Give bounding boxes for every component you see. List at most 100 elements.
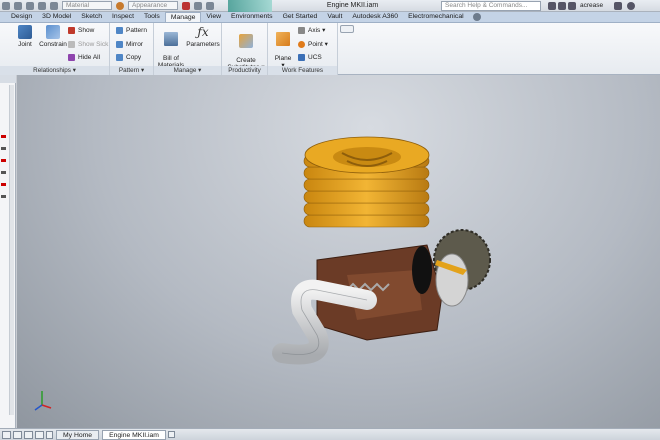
- joint-label: Joint: [18, 41, 32, 48]
- tab-my-home[interactable]: My Home: [56, 429, 100, 440]
- redo-icon[interactable]: [38, 1, 46, 10]
- tab-engine-document[interactable]: Engine MKII.iam: [102, 429, 166, 440]
- panel-manage: Bill of Materials ƒx Parameters Manage ▾: [154, 23, 222, 75]
- create-substitutes-button[interactable]: Create Substitutes ▾: [226, 27, 266, 71]
- mirror-button[interactable]: Mirror: [116, 39, 143, 49]
- panel-pattern: Pattern Mirror Copy Pattern ▾: [110, 23, 154, 75]
- graphics-viewport[interactable]: [17, 75, 660, 428]
- joint-button[interactable]: Joint: [14, 25, 36, 48]
- window-title: Engine MKII.iam: [326, 2, 379, 9]
- browser-scrollbar[interactable]: [9, 85, 14, 415]
- copy-label: Copy: [126, 53, 142, 61]
- parameters-fx-icon[interactable]: [194, 1, 202, 10]
- cart-icon[interactable]: [558, 1, 566, 10]
- tab-scroll-left-icon[interactable]: [46, 430, 53, 439]
- point-button[interactable]: Point ▾: [298, 39, 328, 49]
- tab-3d-model[interactable]: 3D Model: [37, 12, 76, 22]
- appearance-dropdown[interactable]: Appearance: [128, 1, 178, 10]
- show-label: Show: [78, 26, 95, 34]
- prop-nut: [412, 246, 432, 294]
- bom-button[interactable]: Bill of Materials: [156, 25, 186, 69]
- hide-all-label: Hide All: [78, 53, 101, 61]
- exchange-icon[interactable]: [614, 1, 622, 10]
- tab-sketch[interactable]: Sketch: [76, 12, 107, 22]
- search-icon[interactable]: [548, 1, 556, 10]
- tab-design[interactable]: Design: [6, 12, 37, 22]
- browser-node-mark: [1, 135, 6, 138]
- tab-electromechanical[interactable]: Electromechanical: [403, 12, 469, 22]
- browser-node-mark: [1, 159, 6, 162]
- tab-vault[interactable]: Vault: [322, 12, 347, 22]
- copy-button[interactable]: Copy: [116, 52, 141, 62]
- panel-relationships: Joint Constrain Show Show Sick Hide All …: [0, 23, 110, 75]
- show-sick-icon: [68, 40, 75, 48]
- joint-icon: [18, 25, 32, 39]
- doc-list-icon[interactable]: [35, 430, 44, 439]
- tab-inspect[interactable]: Inspect: [107, 12, 139, 22]
- panel-manage-title[interactable]: Manage ▾: [154, 66, 221, 75]
- tab-environments[interactable]: Environments: [226, 12, 278, 22]
- constrain-icon: [46, 25, 60, 39]
- fx-icon: ƒx: [197, 25, 209, 39]
- material-label: Material: [66, 1, 90, 9]
- axis-button[interactable]: Axis ▾: [298, 25, 325, 35]
- arrange-icon[interactable]: [24, 430, 33, 439]
- help-icon[interactable]: [627, 1, 635, 10]
- show-button[interactable]: Show: [68, 25, 94, 35]
- material-dropdown[interactable]: Material: [62, 1, 112, 10]
- update-icon[interactable]: [206, 1, 214, 10]
- appearance-icon[interactable]: [116, 1, 124, 10]
- tile-icon[interactable]: [2, 430, 11, 439]
- hide-all-icon: [68, 53, 75, 61]
- document-tab-bar: My Home Engine MKII.iam: [0, 428, 660, 440]
- ucs-icon: [298, 53, 305, 61]
- user-name[interactable]: acrease: [580, 2, 603, 9]
- pattern-label: Pattern: [126, 26, 147, 34]
- search-input[interactable]: Search Help & Commands...: [441, 1, 541, 11]
- cylinder-head: [303, 136, 430, 228]
- mirror-icon: [116, 40, 123, 48]
- create-substitutes-icon: [239, 34, 253, 48]
- bom-icon: [164, 32, 178, 46]
- ribbon-options-icon[interactable]: [340, 25, 354, 33]
- pattern-button[interactable]: Pattern: [116, 25, 147, 35]
- plane-icon: [276, 32, 290, 46]
- title-bar: Material Appearance Engine MKII.iam Sear…: [0, 0, 660, 12]
- tab-autodesk-a360[interactable]: Autodesk A360: [347, 12, 403, 22]
- parameters-button[interactable]: ƒx Parameters: [186, 25, 220, 48]
- tab-view[interactable]: View: [201, 12, 226, 22]
- ribbon-toggle-icon[interactable]: [472, 13, 481, 21]
- ucs-button[interactable]: UCS: [298, 52, 322, 62]
- axis-icon: [298, 26, 305, 34]
- hide-all-button[interactable]: Hide All: [68, 52, 100, 62]
- star-icon[interactable]: [568, 1, 576, 10]
- browser-node-mark: [1, 195, 6, 198]
- panel-productivity: Create Substitutes ▾ Productivity: [222, 23, 268, 75]
- undo-icon[interactable]: [26, 1, 34, 10]
- folder-icon[interactable]: [2, 1, 10, 10]
- cascade-icon[interactable]: [13, 430, 22, 439]
- clear-icon[interactable]: [182, 1, 190, 10]
- tab-get-started[interactable]: Get Started: [278, 12, 323, 22]
- model-browser-pane[interactable]: [0, 75, 16, 428]
- show-icon: [68, 26, 75, 34]
- panel-relationships-title[interactable]: Relationships ▾: [0, 66, 109, 75]
- browser-header: [0, 75, 16, 83]
- plane-button[interactable]: Plane ▾: [270, 25, 296, 69]
- ribbon: Joint Constrain Show Show Sick Hide All …: [0, 23, 660, 75]
- tab-tools[interactable]: Tools: [139, 12, 165, 22]
- home-icon[interactable]: [50, 1, 58, 10]
- panel-work-features: Plane ▾ Axis ▾ Point ▾ UCS Work Features: [268, 23, 338, 75]
- close-tab-icon[interactable]: [167, 431, 175, 438]
- ucs-label: UCS: [308, 53, 322, 61]
- panel-productivity-title: Productivity: [222, 66, 267, 75]
- panel-pattern-title[interactable]: Pattern ▾: [110, 66, 153, 75]
- browser-node-mark: [1, 183, 6, 186]
- save-icon[interactable]: [14, 1, 22, 10]
- show-sick-button[interactable]: Show Sick: [68, 39, 108, 49]
- tab-manage[interactable]: Manage: [164, 12, 202, 22]
- constrain-button[interactable]: Constrain: [38, 25, 68, 48]
- engine-model[interactable]: [17, 75, 660, 428]
- panel-work-features-title: Work Features: [268, 66, 337, 75]
- mirror-label: Mirror: [126, 40, 143, 48]
